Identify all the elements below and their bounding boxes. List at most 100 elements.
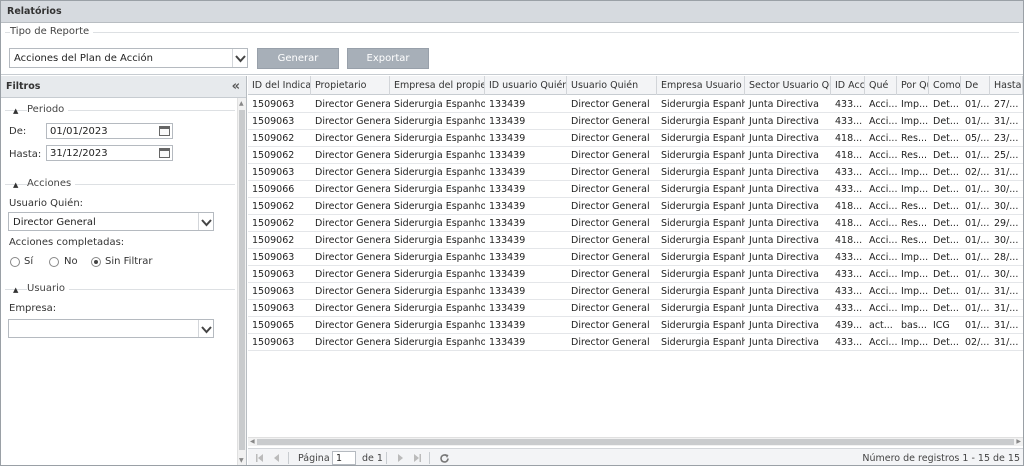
column-header[interactable]: Sector Usuario Quién <box>745 76 831 95</box>
table-row[interactable]: 1509062 Director General Siderurgia Espanh… <box>248 232 1023 249</box>
radio-no[interactable] <box>49 257 59 267</box>
cell-text: Imp... <box>901 99 929 110</box>
user-who-select[interactable]: Director General <box>8 212 214 231</box>
column-header[interactable]: ID usuario Quién <box>485 76 567 95</box>
table-row[interactable]: 1509062 Director General Siderurgia Espanh… <box>248 215 1023 232</box>
generate-button[interactable]: Generar <box>257 48 339 69</box>
table-row[interactable]: 1509063 Director General Siderurgia Espanh… <box>248 96 1023 113</box>
refresh-icon[interactable] <box>439 453 449 463</box>
from-date-input[interactable]: 01/01/2023 <box>46 123 173 139</box>
table-cell: 1509063 <box>248 164 311 180</box>
cell-text: 30/... <box>994 235 1019 246</box>
next-page-icon[interactable] <box>395 453 405 463</box>
column-header[interactable]: Como/ <box>929 76 961 95</box>
cell-text: Siderurgia Espanh... <box>661 235 745 246</box>
table-cell: Acci... <box>865 334 897 350</box>
table-cell: 133439 <box>485 283 567 299</box>
table-row[interactable]: 1509063 Director General Siderurgia Espanh… <box>248 164 1023 181</box>
period-group-header[interactable]: ▲ Periodo <box>5 104 235 116</box>
table-row[interactable]: 1509063 Director General Siderurgia Espanh… <box>248 113 1023 130</box>
table-row[interactable]: 1509065 Director General Siderurgia Espanh… <box>248 317 1023 334</box>
radio-yes[interactable] <box>10 257 20 267</box>
table-row[interactable]: 1509062 Director General Siderurgia Espanh… <box>248 130 1023 147</box>
chevron-down-icon[interactable] <box>232 49 247 67</box>
column-header[interactable]: Empresa Usuario Quién <box>657 76 745 95</box>
column-header[interactable]: De <box>961 76 990 95</box>
table-cell: Siderurgia Espanh... <box>657 198 745 214</box>
table-cell: 133439 <box>485 164 567 180</box>
cell-text: Director General <box>571 303 650 314</box>
calendar-icon[interactable] <box>159 126 170 136</box>
to-date-input[interactable]: 31/12/2023 <box>46 145 173 161</box>
export-button[interactable]: Exportar <box>347 48 429 69</box>
cell-text: 1509062 <box>252 218 295 229</box>
to-date-label: Hasta: <box>9 149 42 160</box>
scrollbar-thumb[interactable] <box>239 110 245 450</box>
cell-text: 31/... <box>994 116 1019 127</box>
cell-text: Acci... <box>869 269 897 280</box>
cell-text: Siderurgia Espanh... <box>661 269 745 280</box>
first-page-icon[interactable] <box>255 453 265 463</box>
table-cell: Siderurgia Espanh... <box>657 283 745 299</box>
table-row[interactable]: 1509062 Director General Siderurgia Espanh… <box>248 198 1023 215</box>
table-row[interactable]: 1509063 Director General Siderurgia Espanh… <box>248 266 1023 283</box>
table-cell: 418... <box>831 232 865 248</box>
cell-text: Director General <box>315 320 390 331</box>
column-header[interactable]: Hasta <box>990 76 1023 95</box>
cell-text: Director General <box>315 286 390 297</box>
column-header[interactable]: ID Acción <box>831 76 865 95</box>
cell-text: Siderurgia Espanh... <box>661 133 745 144</box>
scroll-up-icon[interactable]: ▲ <box>239 100 244 107</box>
cell-text: Siderurgia Espanhol <box>394 286 485 297</box>
report-type-select[interactable]: Acciones del Plan de Acción <box>9 48 248 68</box>
table-row[interactable]: 1509062 Director General Siderurgia Espanh… <box>248 147 1023 164</box>
cell-text: Siderurgia Espanhol <box>394 184 485 195</box>
last-page-icon[interactable] <box>412 453 422 463</box>
scroll-left-icon[interactable]: ◀ <box>250 438 255 445</box>
filters-scrollbar[interactable]: ▲ ▼ <box>237 98 246 465</box>
table-cell: Siderurgia Espanh... <box>657 147 745 163</box>
column-header[interactable]: Empresa del propietario <box>390 76 485 95</box>
cell-text: Det... <box>933 201 959 212</box>
cell-text: Det... <box>933 252 959 263</box>
table-row[interactable]: 1509063 Director General Siderurgia Espanh… <box>248 300 1023 317</box>
column-header[interactable]: ID del Indicador <box>248 76 311 95</box>
cell-text: Junta Directiva <box>749 252 819 263</box>
user-group-header[interactable]: ▲ Usuario <box>5 283 235 295</box>
table-cell: 1509062 <box>248 232 311 248</box>
table-cell: Acci... <box>865 232 897 248</box>
table-row[interactable]: 1509063 Director General Siderurgia Espanh… <box>248 283 1023 300</box>
column-header[interactable]: Por Qué <box>897 76 929 95</box>
column-header[interactable]: Propietario <box>311 76 390 95</box>
table-cell: Siderurgia Espanhol <box>390 113 485 129</box>
cell-text: Junta Directiva <box>749 201 819 212</box>
cell-text: bas... <box>901 320 927 331</box>
radio-no-filter[interactable] <box>91 257 101 267</box>
prev-page-icon[interactable] <box>272 453 282 463</box>
table-row[interactable]: 1509063 Director General Siderurgia Espanh… <box>248 249 1023 266</box>
cell-text: Siderurgia Espanhol <box>394 269 485 280</box>
scrollbar-thumb[interactable] <box>257 439 1014 445</box>
cell-text: 01/... <box>965 235 990 246</box>
actions-group-header[interactable]: ▲ Acciones <box>5 178 235 190</box>
table-cell: Imp... <box>897 300 929 316</box>
chevron-down-icon[interactable] <box>198 320 213 337</box>
collapse-panel-icon[interactable]: « <box>232 79 240 94</box>
table-cell: Det... <box>929 181 961 197</box>
page-number-input[interactable]: 1 <box>332 451 356 465</box>
table-cell: 1509063 <box>248 96 311 112</box>
cell-text: Director General <box>315 167 390 178</box>
cell-text: 133439 <box>489 150 526 161</box>
cell-text: 433... <box>835 167 863 178</box>
column-header[interactable]: Usuario Quién <box>567 76 657 95</box>
horizontal-scrollbar[interactable]: ◀ ▶ <box>248 437 1023 446</box>
table-row[interactable]: 1509063 Director General Siderurgia Espanh… <box>248 334 1023 351</box>
column-header[interactable]: Qué <box>865 76 897 95</box>
company-select[interactable] <box>8 319 214 338</box>
scroll-right-icon[interactable]: ▶ <box>1016 438 1021 445</box>
calendar-icon[interactable] <box>159 148 170 158</box>
scroll-down-icon[interactable]: ▼ <box>239 457 244 464</box>
table-cell: Director General <box>311 317 390 333</box>
chevron-down-icon[interactable] <box>198 213 213 230</box>
table-row[interactable]: 1509066 Director General Siderurgia Espanh… <box>248 181 1023 198</box>
